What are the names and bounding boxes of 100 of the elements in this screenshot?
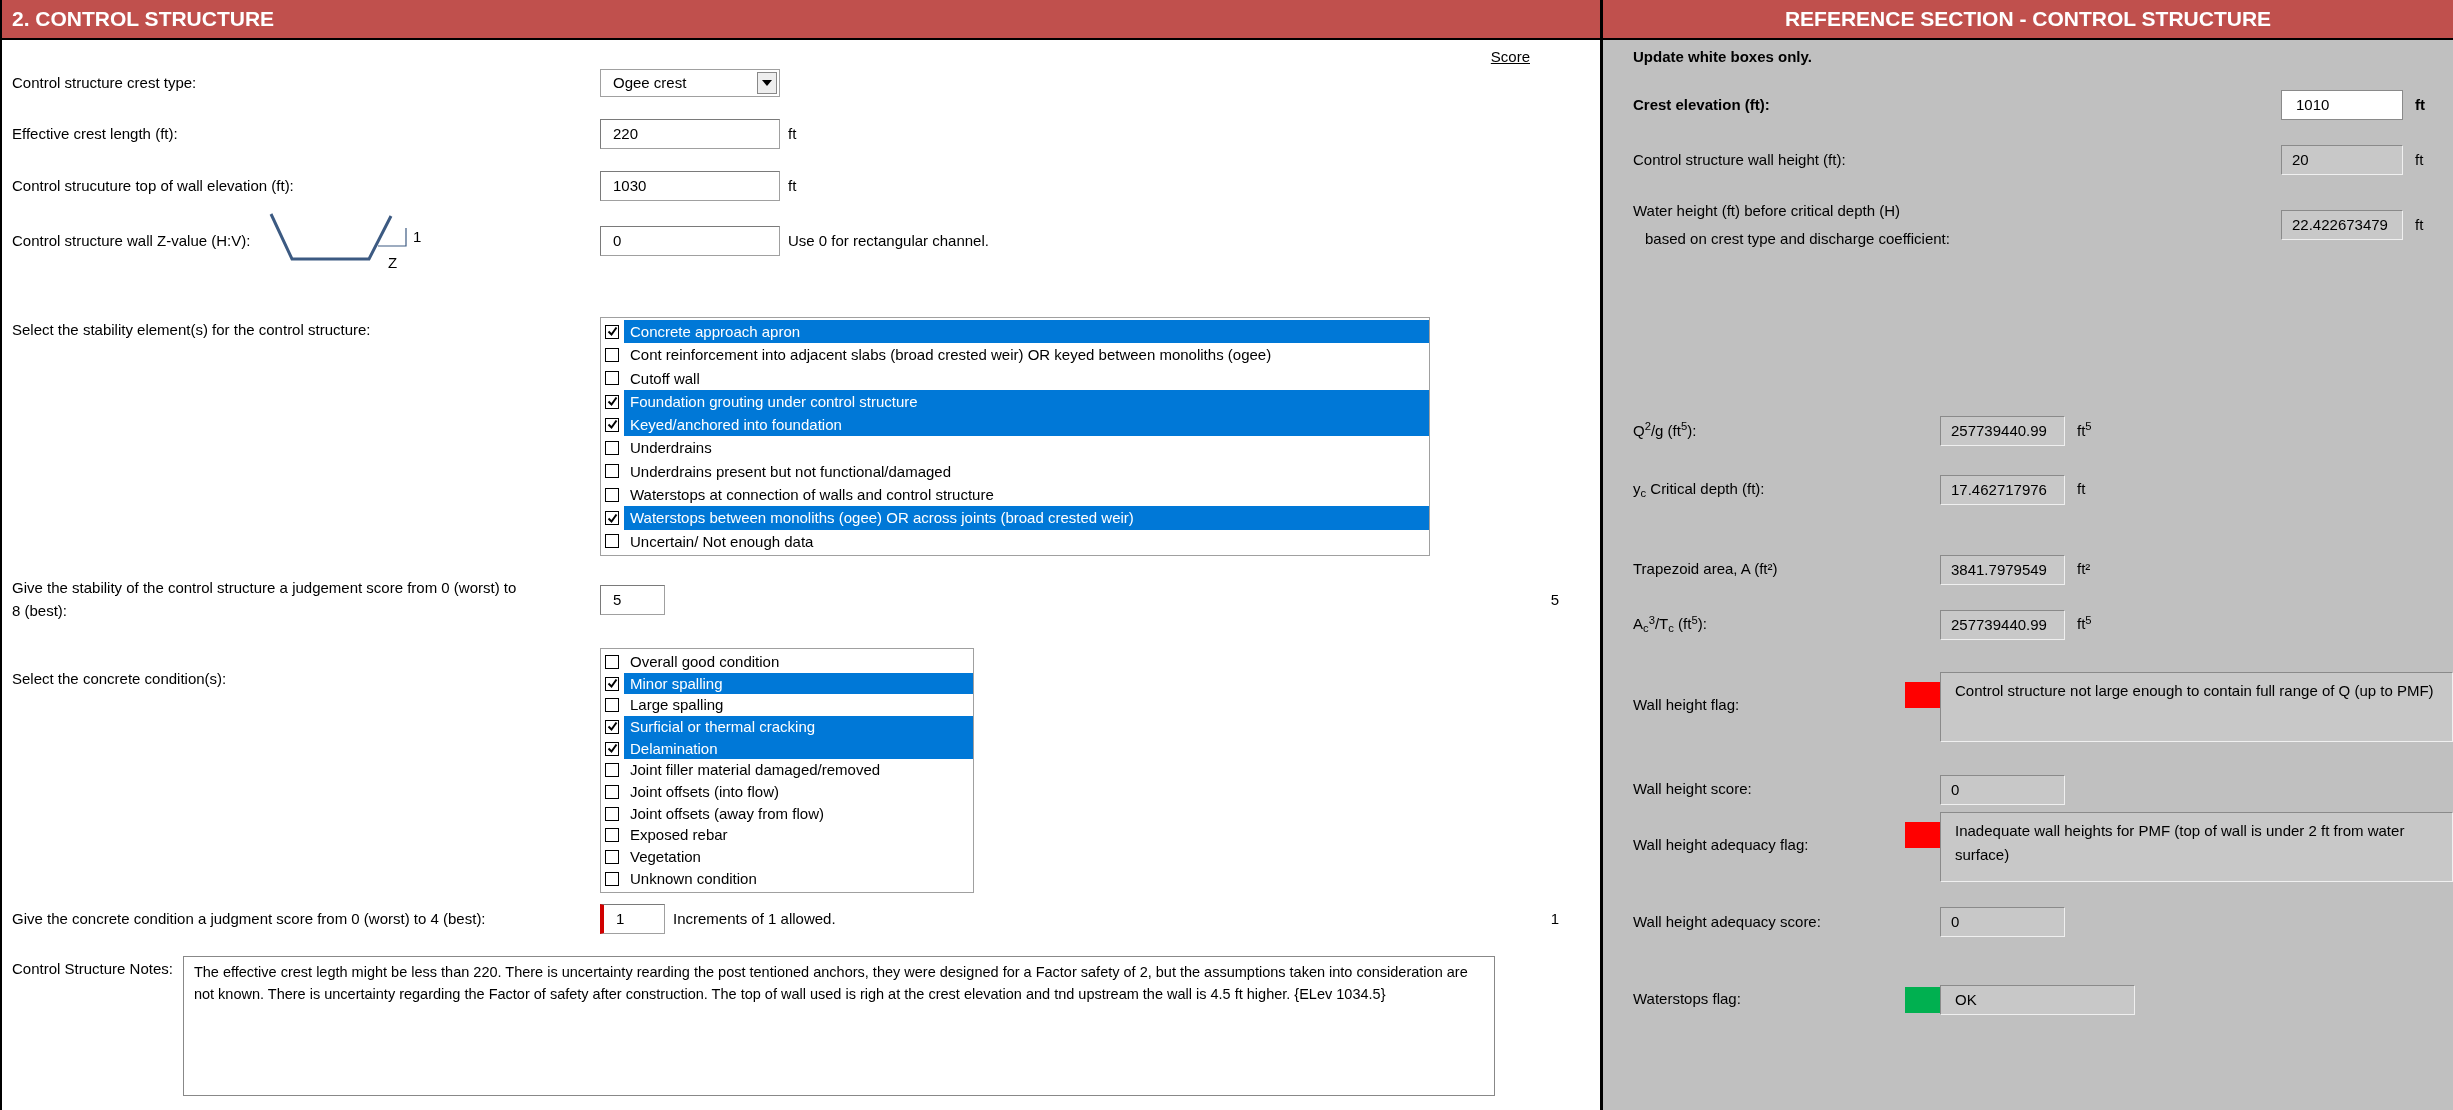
option-label[interactable]: Surficial or thermal cracking xyxy=(624,716,973,738)
field-label: Give the concrete condition a judgment score from 0 (worst) to 4 (best): xyxy=(12,909,486,927)
flag-message: Inadequate wall heights for PMF (top of wall is under 2 ft from water surface) xyxy=(1940,812,2453,882)
field-label: A$_{c}$$^{3}$/T$_{c}$ (ft$^{5}$): xyxy=(1633,615,1707,633)
field-label: Control structure wall height (ft): xyxy=(1633,149,1847,170)
unit-label: ft$^{5}$ xyxy=(2076,613,2092,635)
field-label: Trapezoid area, A (ft²) xyxy=(1633,560,1778,578)
checkbox[interactable] xyxy=(605,784,619,799)
unit-label: ft$^{5}$ xyxy=(2076,419,2092,441)
unit-label: ft xyxy=(2414,149,2425,170)
option-label[interactable]: Joint offsets (away from flow) xyxy=(624,802,973,825)
output-field: 0 xyxy=(1940,774,2065,805)
option-label[interactable]: Foundation grouting under control structure xyxy=(624,389,1429,414)
hint-text: Increments of 1 allowed. xyxy=(673,908,836,929)
field-label: Control structure wall Z-value (H:V): xyxy=(12,230,251,251)
dropdown-button[interactable] xyxy=(757,72,777,94)
field-label: Water height (ft) before critical depth (H) xyxy=(1633,200,1902,221)
option-label[interactable]: Vegetation xyxy=(624,846,973,868)
score-value: 5 xyxy=(1550,590,1560,608)
checkbox[interactable] xyxy=(605,441,619,456)
field-label: y$_{c}$ Critical depth (ft): xyxy=(1633,480,1765,498)
field-label: Crest elevation (ft): xyxy=(1633,95,1770,113)
checkbox[interactable] xyxy=(605,763,619,778)
output-field: 20 xyxy=(2281,145,2403,175)
checkbox[interactable] xyxy=(605,347,619,362)
checkbox[interactable] xyxy=(605,417,619,432)
checkbox[interactable] xyxy=(605,806,619,821)
checkbox[interactable] xyxy=(605,741,619,756)
checkbox[interactable] xyxy=(605,719,619,734)
field-label: Effective crest length (ft): xyxy=(12,124,178,142)
section-header: 2. CONTROL STRUCTURE xyxy=(2,0,1600,40)
output-field: 257739440.99 xyxy=(1940,609,2065,640)
input-field[interactable]: 1030 xyxy=(600,171,780,201)
option-label[interactable]: Keyed/anchored into foundation xyxy=(624,413,1429,437)
field-label: Control Structure Notes: xyxy=(12,959,173,977)
unit-label: ft xyxy=(788,175,797,196)
checkbox[interactable] xyxy=(605,464,619,479)
field-label: Control strucuture top of wall elevation (ft): xyxy=(12,176,294,194)
field-label: Wall height flag: xyxy=(1633,696,1740,713)
field-label: Give the stability of the control structure a judgement score from 0 (worst) to 8 (best): xyxy=(12,579,517,619)
checkbox[interactable] xyxy=(605,698,619,713)
notes-field[interactable]: The effective crest legth might be less than 220. There is uncertainty rearding the post tentioned anchors, they were designed for a Factor safety of 2, but the assumptions taken into consideration are not known. There is uncertainty regarding the Factor of safety after construction. The top of wall used is righ at the crest elevation and tnd upstream the wall is 4.5 ft higher. {ELev 1034.5} xyxy=(182,955,1495,1096)
field-label: Wall height adequacy flag: xyxy=(1633,836,1809,853)
score-field[interactable]: 1 xyxy=(600,904,665,935)
checkbox[interactable] xyxy=(605,871,619,886)
option-label[interactable]: Uncertain/ Not enough data xyxy=(624,529,1429,553)
option-label[interactable]: Exposed rebar xyxy=(624,824,973,847)
unit-label: ft xyxy=(2076,479,2086,500)
field-label: Wall height adequacy score: xyxy=(1633,912,1821,930)
flag-message: Control structure not large enough to contain full range of Q (up to PMF) xyxy=(1940,672,2453,742)
score-value: 1 xyxy=(1550,909,1560,927)
unit-label: ft² xyxy=(2076,559,2091,580)
field-label: Control structure crest type: xyxy=(12,73,197,91)
option-label[interactable]: Cont reinforcement into adjacent slabs (broad crested weir) OR keyed between monoliths (ogee) xyxy=(624,343,1429,367)
output-field: 257739440.99 xyxy=(1940,416,2065,446)
option-label[interactable]: Joint offsets (into flow) xyxy=(624,781,973,803)
option-label[interactable]: Minor spalling xyxy=(624,672,973,695)
checkbox[interactable] xyxy=(605,511,619,525)
checkbox[interactable] xyxy=(605,676,619,691)
field-label: Waterstops flag: xyxy=(1633,990,1741,1008)
input-field[interactable]: 220 xyxy=(600,119,780,149)
checkbox[interactable] xyxy=(605,371,619,386)
unit-label: ft xyxy=(788,123,797,144)
score-field[interactable]: 5 xyxy=(600,584,665,615)
output-field: 3841.7979549 xyxy=(1940,554,2065,585)
checkbox[interactable] xyxy=(605,324,619,339)
option-label[interactable]: Large spalling xyxy=(624,694,973,717)
input-field[interactable]: 1010 xyxy=(2281,90,2403,120)
option-label[interactable]: Joint filler material damaged/removed xyxy=(624,759,973,782)
score-heading: Score xyxy=(1490,46,1530,67)
unit-label: ft xyxy=(2414,214,2425,235)
option-label[interactable]: Waterstops between monoliths (ogee) OR across joints (broad crested weir) xyxy=(624,506,1429,530)
option-label[interactable]: Overall good condition xyxy=(624,650,973,673)
instruction-text: Update white boxes only. xyxy=(1633,47,1812,68)
hint-text: Use 0 for rectangular channel. xyxy=(788,230,989,251)
field-label: Wall height score: xyxy=(1633,780,1752,798)
output-field: 0 xyxy=(1940,907,2065,937)
section-header: REFERENCE SECTION - CONTROL STRUCTURE xyxy=(1603,0,2453,40)
checkbox[interactable] xyxy=(605,850,619,864)
option-label[interactable]: Underdrains xyxy=(624,436,1429,460)
option-label[interactable]: Underdrains present but not functional/damaged xyxy=(624,459,1429,484)
field-label: based on crest type and discharge coefficient: xyxy=(1644,229,1951,249)
field-label: Select the concrete condition(s): xyxy=(12,669,227,687)
input-field[interactable]: 0 xyxy=(600,226,780,256)
crest-type-dropdown[interactable]: Ogee crest xyxy=(600,69,780,97)
field-label: Q$^{2}$/g (ft$^{5}$): xyxy=(1633,421,1697,439)
checkbox[interactable] xyxy=(605,534,619,549)
checkbox[interactable] xyxy=(605,487,619,502)
output-field: 22.422673479 xyxy=(2281,210,2403,240)
checkbox[interactable] xyxy=(605,828,619,843)
channel-section-drawing: 1 Z xyxy=(270,213,422,271)
unit-label: ft xyxy=(2414,94,2426,115)
option-label[interactable]: Delamination xyxy=(624,737,973,760)
option-label[interactable]: Cutoff wall xyxy=(624,366,1429,390)
field-label: Select the stability element(s) for the control structure: xyxy=(12,321,371,338)
checkbox[interactable] xyxy=(605,654,619,669)
checkbox[interactable] xyxy=(605,394,619,409)
option-label[interactable]: Concrete approach apron xyxy=(624,320,1429,344)
option-label[interactable]: Unknown condition xyxy=(624,867,973,890)
option-label[interactable]: Waterstops at connection of walls and control structure xyxy=(624,483,1429,507)
